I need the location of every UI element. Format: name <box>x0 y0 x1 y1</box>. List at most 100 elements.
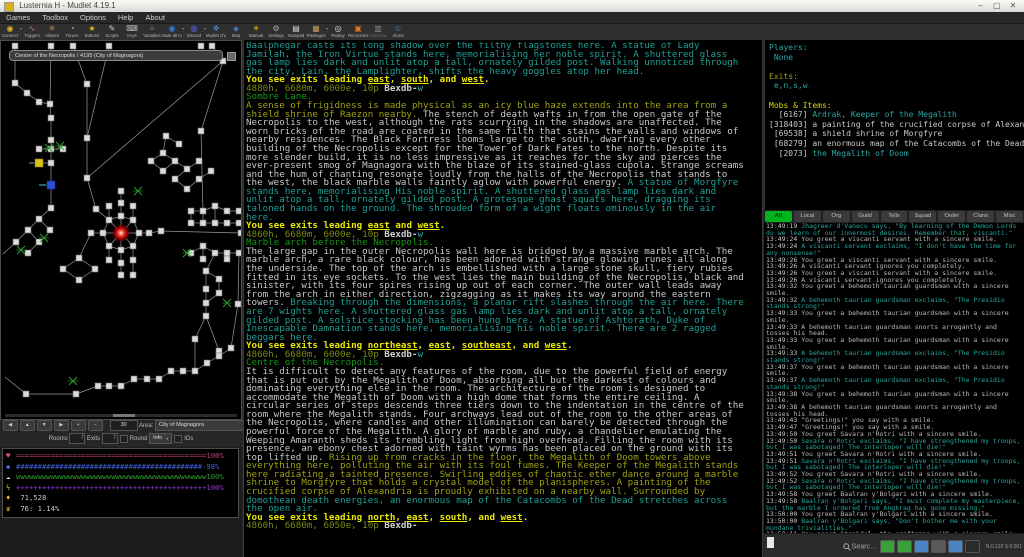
map-room-node[interactable] <box>47 227 53 233</box>
round-checkbox[interactable] <box>120 435 128 443</box>
chat-log[interactable]: 13:49:19 Jhagreer d'Vanecu says, "By lea… <box>764 223 1024 533</box>
map-room-node[interactable] <box>200 256 206 262</box>
map-room-node[interactable] <box>146 230 152 236</box>
map-room-node[interactable] <box>36 239 42 245</box>
map-room-node[interactable] <box>118 383 124 389</box>
status-dark-button[interactable] <box>965 540 980 553</box>
map-blue-room-node[interactable] <box>47 181 55 189</box>
map-nav-button-5[interactable]: − <box>88 420 103 431</box>
map-room-node[interactable] <box>209 43 215 49</box>
map-room-node[interactable] <box>203 313 209 319</box>
map-room-node[interactable] <box>47 101 53 107</box>
map-room-node[interactable] <box>60 266 66 272</box>
chat-tab-order[interactable]: Order <box>938 211 965 222</box>
toolbar-replay-button[interactable]: ◎Replay <box>328 24 348 38</box>
toolbar-mute-all-media-button[interactable]: ◉Mute all media <box>162 24 182 38</box>
menu-item-about[interactable]: About <box>139 12 171 23</box>
map-room-node[interactable] <box>36 99 42 105</box>
toolbar-packages-button[interactable]: ▦Packages <box>306 24 326 38</box>
minimize-button[interactable]: – <box>974 0 988 12</box>
chat-tab-misc[interactable]: Misc <box>996 211 1023 222</box>
map-room-node[interactable] <box>95 383 101 389</box>
map-room-node[interactable] <box>158 228 164 234</box>
map-room-node[interactable] <box>200 243 206 249</box>
map-panel[interactable]: Centre of the Necropolis / 4195 (City of… <box>0 40 242 420</box>
chat-tab-squad[interactable]: Squad <box>909 211 936 222</box>
chat-tab-tells[interactable]: Tells <box>881 211 908 222</box>
map-nav-button-1[interactable]: ▲ <box>20 420 35 431</box>
map-room-node[interactable] <box>106 243 112 249</box>
map-room-node[interactable] <box>204 360 210 366</box>
map-room-node[interactable] <box>172 176 178 182</box>
map-room-node[interactable] <box>203 300 209 306</box>
map-room-node[interactable] <box>203 286 209 292</box>
map-room-node[interactable] <box>200 208 206 214</box>
map-room-node[interactable] <box>163 133 169 139</box>
map-room-node[interactable] <box>118 200 124 206</box>
map-zoom-field[interactable]: 30 <box>110 420 138 431</box>
rooms-spinner[interactable] <box>69 433 85 444</box>
map-room-node[interactable] <box>236 250 241 256</box>
map-room-node[interactable] <box>196 158 202 164</box>
toolbar-aliases-button[interactable]: ✳Aliases <box>42 24 62 38</box>
map-room-node[interactable] <box>12 80 18 86</box>
ids-checkbox[interactable] <box>174 435 182 443</box>
map-nav-button-0[interactable]: ◀ <box>3 420 18 431</box>
toolbar-scripts-button[interactable]: ✎Scripts <box>102 24 122 38</box>
map-room-node[interactable] <box>76 277 82 283</box>
maximize-button[interactable]: ▢ <box>990 0 1004 12</box>
map-room-node[interactable] <box>212 220 218 226</box>
map-room-node[interactable] <box>13 239 19 245</box>
toolbar-discord-button[interactable]: ◍Discord <box>184 24 204 38</box>
toolbar-reconnect-button[interactable]: ▣Reconnect <box>348 24 368 38</box>
search-label[interactable]: Searc… <box>852 543 877 550</box>
map-room-node[interactable] <box>228 345 234 351</box>
chat-tab-all[interactable]: All <box>765 211 792 222</box>
map-room-node[interactable] <box>212 250 218 256</box>
chat-tab-guild[interactable]: Guild <box>852 211 879 222</box>
map-room-node[interactable] <box>130 203 136 209</box>
title-bar[interactable]: Lusternia H - Mudlet 4.19.1 – ▢ ✕ <box>0 0 1024 12</box>
map-room-node[interactable] <box>100 230 106 236</box>
map-room-node[interactable] <box>188 220 194 226</box>
map-room-node[interactable] <box>200 220 206 226</box>
map-room-node[interactable] <box>23 391 29 397</box>
map-room-node[interactable] <box>224 256 230 262</box>
map-nav-button-2[interactable]: ▼ <box>37 420 52 431</box>
map-room-node[interactable] <box>24 90 30 96</box>
map-room-node[interactable] <box>168 368 174 374</box>
map-room-node[interactable] <box>224 250 230 256</box>
map-room-node[interactable] <box>236 208 241 214</box>
command-cursor[interactable] <box>767 537 774 548</box>
map-room-node[interactable] <box>216 353 222 359</box>
map-room-node[interactable] <box>224 220 230 226</box>
map-room-node[interactable] <box>180 368 186 374</box>
info-select[interactable]: Info ▾ <box>149 433 172 444</box>
map-room-node[interactable] <box>48 115 54 121</box>
status-green-2-button[interactable] <box>897 540 912 553</box>
map-room-node[interactable] <box>36 146 42 152</box>
status-gray-button[interactable] <box>931 540 946 553</box>
map-room-node[interactable] <box>92 266 98 272</box>
map-room-node[interactable] <box>208 168 214 174</box>
toolbar-triggers-button[interactable]: ∿Triggers <box>22 24 42 38</box>
map-room-node[interactable] <box>184 186 190 192</box>
map-room-node[interactable] <box>48 137 54 143</box>
map-room-node[interactable] <box>118 213 124 219</box>
toolbar-mudlet-chat-button[interactable]: ❖Mudlet chat <box>206 24 226 38</box>
toolbar-buttons-button[interactable]: ★Buttons <box>82 24 102 38</box>
map-room-node[interactable] <box>118 260 124 266</box>
map-room-node[interactable] <box>198 128 204 134</box>
map-room-node[interactable] <box>148 158 154 164</box>
menu-item-toolbox[interactable]: Toolbox <box>36 12 74 23</box>
exits-spinner[interactable] <box>102 433 118 444</box>
toolbar-about-button[interactable]: ☺About <box>388 24 408 38</box>
toolbar-keys-button[interactable]: ⌨Keys <box>122 24 142 38</box>
map-room-node[interactable] <box>118 272 124 278</box>
map-room-node[interactable] <box>216 276 222 282</box>
map-room-node[interactable] <box>25 250 31 256</box>
map-room-node[interactable] <box>88 230 94 236</box>
toolbar-map-button[interactable]: ◈Map <box>226 24 246 38</box>
map-room-node[interactable] <box>216 290 222 296</box>
map-room-node[interactable] <box>198 43 204 49</box>
